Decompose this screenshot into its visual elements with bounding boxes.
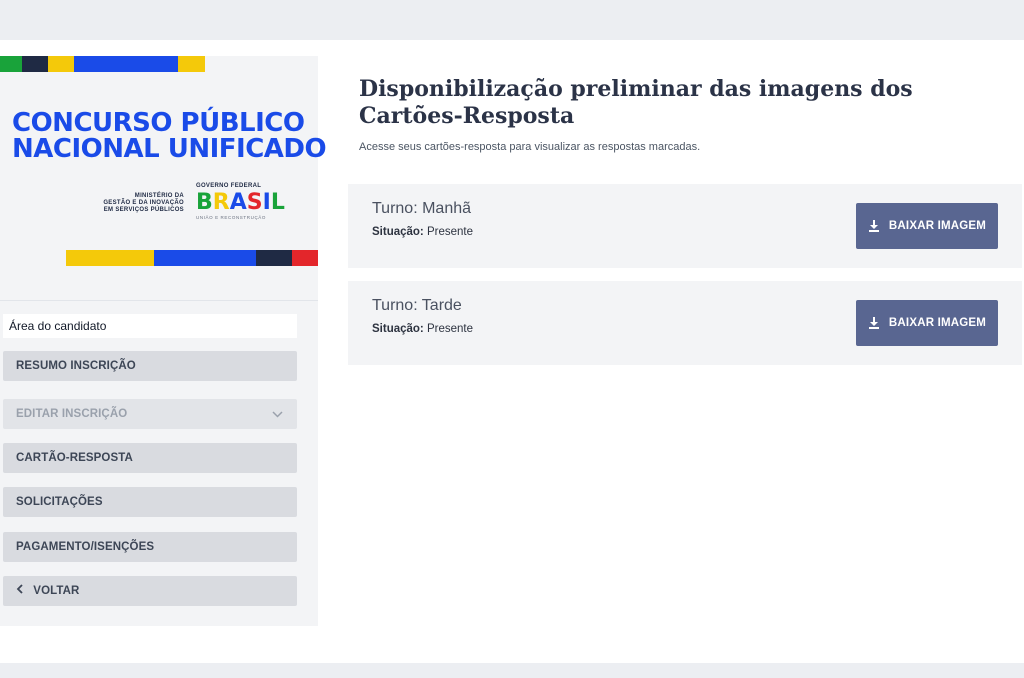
situacao-text: Situação: Presente: [372, 323, 473, 335]
brand-stripe-bottom: [66, 250, 318, 266]
sidebar-item-label: PAGAMENTO/ISENÇÕES: [16, 541, 155, 553]
download-icon: [868, 317, 879, 329]
page-title: Disponibilização preliminar das imagens …: [359, 76, 913, 129]
page-subtitle: Acesse seus cartões-resposta para visual…: [359, 141, 701, 153]
brasil-logo-letter: I: [262, 190, 271, 215]
sidebar-item-cartao-resposta[interactable]: CARTÃO-RESPOSTA: [3, 443, 297, 473]
ministry-line2: GESTÃO E DA INOVAÇÃO: [103, 200, 184, 206]
situacao-label: Situação:: [372, 226, 424, 238]
baixar-imagem-button[interactable]: BAIXAR IMAGEM: [856, 300, 998, 346]
turno-card: Turno: Manhã Situação: Presente BAIXAR I…: [348, 184, 1022, 268]
download-icon: [868, 220, 879, 232]
brand-title-line1: CONCURSO PÚBLICO: [12, 108, 305, 138]
situacao-label: Situação:: [372, 323, 424, 335]
situacao-value: Presente: [426, 323, 473, 335]
bottom-bar: [0, 663, 1024, 678]
governo-federal-logo: GOVERNO FEDERAL BRASIL UNIÃO E RECONSTRU…: [196, 183, 296, 220]
sidebar-item-resumo-inscricao[interactable]: RESUMO INSCRIÇÃO: [3, 351, 297, 381]
sidebar-divider: [0, 300, 318, 301]
sidebar-item-label: VOLTAR: [33, 585, 80, 597]
situacao-text: Situação: Presente: [372, 226, 473, 238]
sidebar-item-label: RESUMO INSCRIÇÃO: [16, 360, 136, 372]
turno-label: Turno: Tarde: [372, 297, 462, 314]
ministry-line1: MINISTÉRIO DA: [134, 193, 184, 199]
brasil-logo-letter: S: [246, 190, 263, 215]
button-label: BAIXAR IMAGEM: [888, 220, 987, 232]
brand-stripe-top: [0, 56, 205, 72]
sidebar-item-label: SOLICITAÇÕES: [16, 496, 103, 508]
sidebar-item-editar-inscricao[interactable]: EDITAR INSCRIÇÃO: [3, 399, 297, 429]
voltar-button[interactable]: VOLTAR: [3, 576, 297, 606]
sidebar-item-solicitacoes[interactable]: SOLICITAÇÕES: [3, 487, 297, 517]
ministry-logo-text: MINISTÉRIO DA GESTÃO E DA INOVAÇÃO EM SE…: [70, 193, 184, 214]
page-content: CONCURSO PÚBLICO NACIONAL UNIFICADO MINI…: [0, 40, 1024, 663]
baixar-imagem-button[interactable]: BAIXAR IMAGEM: [856, 203, 998, 249]
brasil-logo: BRASIL: [196, 192, 296, 214]
sidebar-item-pagamento-isencoes[interactable]: PAGAMENTO/ISENÇÕES: [3, 532, 297, 562]
chevron-left-icon: [16, 584, 27, 597]
sidebar-item-label: EDITAR INSCRIÇÃO: [16, 408, 128, 420]
turno-card: Turno: Tarde Situação: Presente BAIXAR I…: [348, 281, 1022, 365]
brasil-logo-letter: R: [212, 190, 230, 215]
brand-title: CONCURSO PÚBLICO NACIONAL UNIFICADO: [12, 108, 327, 164]
brasil-logo-letter: L: [270, 190, 285, 215]
button-label: BAIXAR IMAGEM: [888, 317, 987, 329]
gov-label: GOVERNO FEDERAL: [196, 183, 262, 189]
ministry-line3: EM SERVIÇOS PÚBLICOS: [103, 207, 184, 213]
gov-sub: UNIÃO E RECONSTRUÇÃO: [196, 215, 267, 220]
sidebar-item-label: CARTÃO-RESPOSTA: [16, 452, 133, 464]
brand-title-line2: NACIONAL UNIFICADO: [12, 134, 327, 164]
sidebar: CONCURSO PÚBLICO NACIONAL UNIFICADO MINI…: [0, 56, 327, 626]
turno-label: Turno: Manhã: [372, 200, 472, 217]
situacao-value: Presente: [426, 226, 473, 238]
brasil-logo-letter: A: [229, 190, 247, 215]
area-candidato-label: Área do candidato: [3, 314, 297, 338]
brasil-logo-letter: B: [196, 190, 213, 215]
chevron-down-icon: [272, 399, 283, 440]
